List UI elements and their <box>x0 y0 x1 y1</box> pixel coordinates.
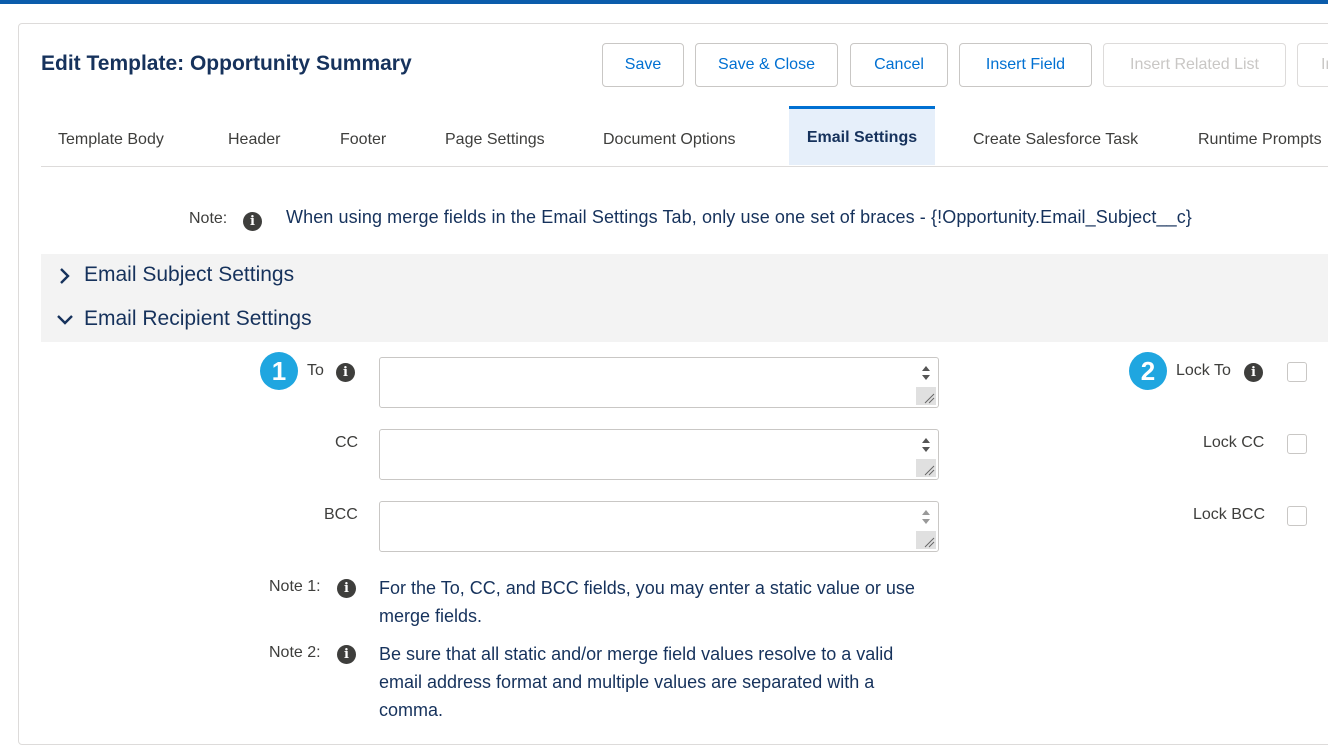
insert-field-button[interactable]: Insert Field <box>959 43 1092 87</box>
note1-text: For the To, CC, and BCC fields, you may … <box>379 578 915 626</box>
resize-handle[interactable] <box>916 531 936 549</box>
info-icon: i <box>336 363 355 382</box>
tab-header[interactable]: Header <box>228 106 280 165</box>
note2-text: Be sure that all static and/or merge fie… <box>379 644 894 720</box>
info-icon: i <box>1244 363 1263 382</box>
note-text: When using merge fields in the Email Set… <box>286 207 1192 227</box>
lock-to-checkbox[interactable] <box>1287 362 1307 382</box>
section-title: Email Recipient Settings <box>84 307 312 330</box>
cc-field[interactable] <box>379 429 939 480</box>
tab-page-settings[interactable]: Page Settings <box>445 106 545 165</box>
chevron-down-icon <box>57 315 73 325</box>
tab-footer[interactable]: Footer <box>340 106 386 165</box>
lock-cc-checkbox[interactable] <box>1287 434 1307 454</box>
spinner-arrows-icon[interactable] <box>918 433 934 457</box>
section-email-recipient-settings[interactable]: Email Recipient Settings <box>41 298 1328 342</box>
tab-email-settings[interactable]: Email Settings <box>789 106 935 165</box>
insert-related-list-button[interactable]: Insert Related List <box>1103 43 1286 87</box>
save-close-button[interactable]: Save & Close <box>695 43 838 87</box>
save-button[interactable]: Save <box>602 43 684 87</box>
lock-bcc-checkbox[interactable] <box>1287 506 1307 526</box>
chevron-right-icon <box>60 268 70 284</box>
info-icon: i <box>243 212 262 231</box>
lock-to-label: Lock To <box>1176 362 1231 379</box>
tab-create-salesforce-task[interactable]: Create Salesforce Task <box>973 106 1138 165</box>
template-editor-card: Edit Template: Opportunity Summary Save … <box>18 23 1328 745</box>
bcc-field[interactable] <box>379 501 939 552</box>
step-badge-2: 2 <box>1129 352 1167 390</box>
spinner-arrows-icon[interactable] <box>918 505 934 529</box>
info-icon: i <box>337 645 356 664</box>
tab-bar: Template Body Header Footer Page Setting… <box>41 106 1328 167</box>
cc-label: CC <box>335 434 359 451</box>
lock-bcc-label: Lock BCC <box>1193 506 1266 523</box>
top-accent-bar <box>0 0 1328 4</box>
note-label: Note: <box>189 210 228 227</box>
step-badge-1: 1 <box>260 352 298 390</box>
note2-label: Note 2: <box>269 644 321 661</box>
page-title: Edit Template: Opportunity Summary <box>41 52 412 75</box>
spinner-arrows-icon[interactable] <box>918 361 934 385</box>
section-email-subject-settings[interactable]: Email Subject Settings <box>41 254 1328 298</box>
tab-runtime-prompts[interactable]: Runtime Prompts <box>1198 106 1322 165</box>
resize-handle[interactable] <box>916 459 936 477</box>
info-icon: i <box>337 579 356 598</box>
resize-handle[interactable] <box>916 387 936 405</box>
cancel-button[interactable]: Cancel <box>850 43 948 87</box>
to-label: To <box>307 362 324 379</box>
bcc-label: BCC <box>324 506 358 523</box>
section-title: Email Subject Settings <box>84 263 295 286</box>
overflow-button[interactable]: In <box>1297 43 1328 87</box>
lock-cc-label: Lock CC <box>1203 434 1265 451</box>
note1-label: Note 1: <box>269 578 321 595</box>
tab-document-options[interactable]: Document Options <box>603 106 736 165</box>
tab-template-body[interactable]: Template Body <box>58 106 164 165</box>
to-field[interactable] <box>379 357 939 408</box>
